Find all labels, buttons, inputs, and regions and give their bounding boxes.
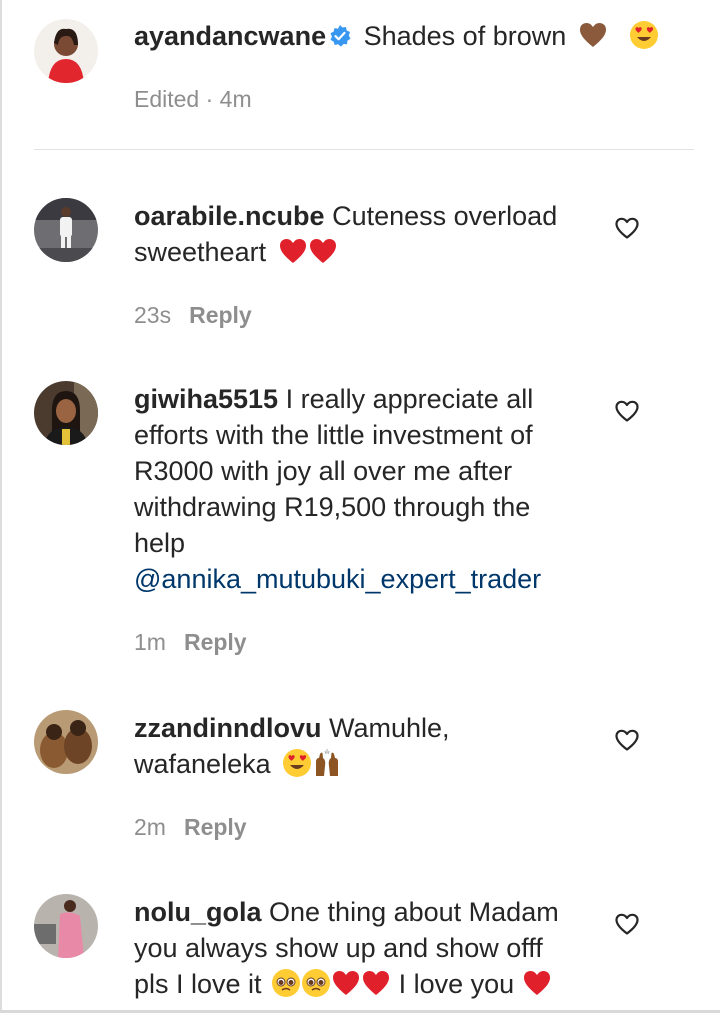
comment-username[interactable]: nolu_gola (134, 897, 262, 927)
caption-meta: Edited · 4m (134, 86, 252, 112)
verified-badge-icon (328, 21, 352, 47)
caption-body: Shades of brown (363, 21, 567, 51)
caption-text: ayandancwane Shades of brown (134, 18, 674, 54)
comment-body: R3000 with joy all over me after (134, 456, 513, 486)
comment-meta: 1m Reply (134, 629, 247, 656)
avatar[interactable] (34, 381, 98, 445)
comment-body: withdrawing R19,500 through the (134, 492, 531, 522)
avatar[interactable] (34, 894, 98, 958)
comment-username[interactable]: zzandinndlovu (134, 713, 321, 743)
comments-panel: ayandancwane Shades of brown Edited · 4m… (0, 0, 718, 1011)
avatar[interactable] (34, 710, 98, 774)
reply-button[interactable]: Reply (184, 629, 247, 655)
comment-body: One thing about Madam (269, 897, 559, 927)
comment-username[interactable]: giwiha5515 (134, 384, 278, 414)
heart-outline-icon[interactable] (614, 911, 640, 937)
comment-text: giwiha5515 I really appreciate all effor… (134, 381, 584, 597)
comment-time: 2m (134, 814, 166, 840)
comment-body: pls I love it (134, 969, 262, 999)
brown-heart-icon (578, 20, 608, 50)
comment-body: Cuteness overload (332, 201, 558, 231)
comment-body: efforts with the little investment of (134, 420, 533, 450)
comment-body: Wamuhle, (329, 713, 450, 743)
reply-button[interactable]: Reply (189, 302, 252, 328)
comment-meta: 2m Reply (134, 814, 247, 841)
comment-body: sweetheart (134, 237, 267, 267)
avatar[interactable] (34, 198, 98, 262)
heart-eyes-emoji-icon (282, 748, 312, 778)
comment-time: 23s (134, 302, 172, 328)
pleading-face-icon (301, 968, 331, 998)
comment-text: zzandinndlovu Wamuhle, wafaneleka (134, 710, 584, 782)
heart-outline-icon[interactable] (614, 398, 640, 424)
comment-body: wafaneleka (134, 749, 271, 779)
comment-body: help (134, 528, 186, 558)
comment-body: you always show up and show offf (134, 933, 543, 963)
reply-button[interactable]: Reply (184, 814, 247, 840)
caption-username[interactable]: ayandancwane (134, 21, 326, 51)
comment-meta: 23s Reply (134, 302, 252, 329)
avatar[interactable] (34, 19, 98, 83)
comment-text: nolu_gola One thing about Madam you alwa… (134, 894, 584, 1002)
comment-body: I love you (398, 969, 515, 999)
heart-outline-icon[interactable] (614, 215, 640, 241)
comment-body: I really appreciate all (285, 384, 534, 414)
red-heart-icon (308, 236, 338, 266)
red-heart-icon (522, 968, 552, 998)
mention-link[interactable]: @annika_mutubuki_expert_trader (134, 564, 541, 594)
heart-eyes-emoji-icon (629, 20, 659, 50)
red-heart-icon (361, 968, 391, 998)
comment-text: oarabile.ncube Cuteness overload sweethe… (134, 198, 584, 270)
comment-username[interactable]: oarabile.ncube (134, 201, 325, 231)
raised-hands-icon (312, 748, 342, 778)
comment-time: 1m (134, 629, 166, 655)
red-heart-icon (331, 968, 361, 998)
divider (34, 149, 694, 150)
red-heart-icon (278, 236, 308, 266)
pleading-face-icon (271, 968, 301, 998)
heart-outline-icon[interactable] (614, 727, 640, 753)
